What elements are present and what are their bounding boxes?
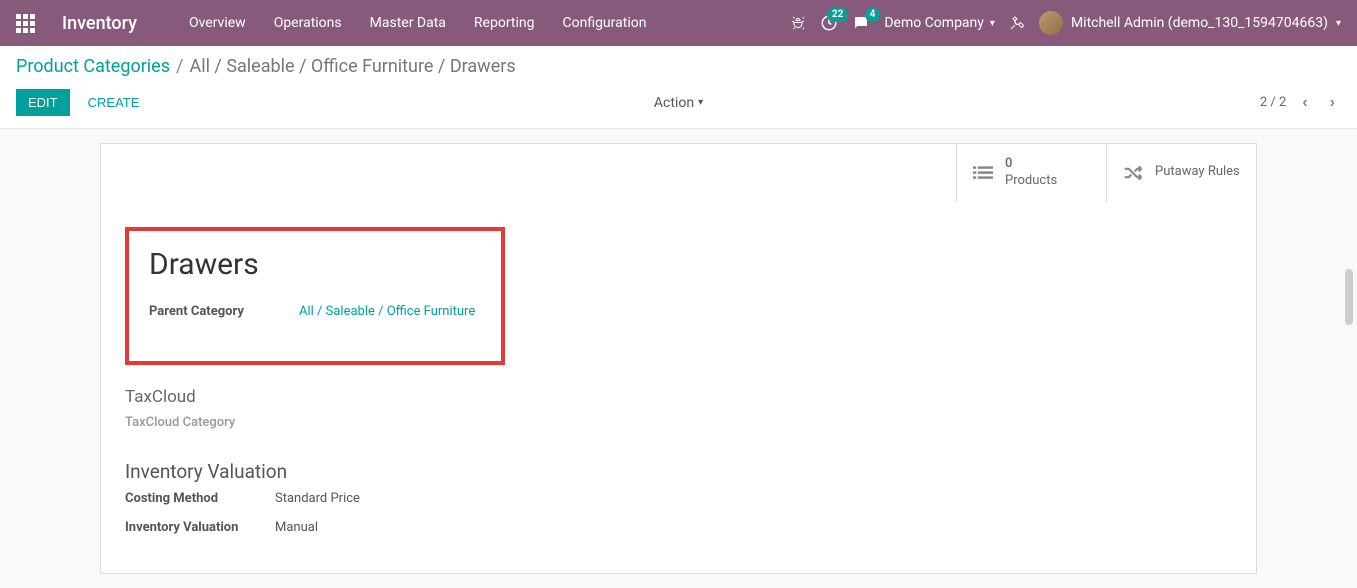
chevron-down-icon: ▾	[1336, 18, 1341, 29]
parent-category-link[interactable]: All / Saleable / Office Furniture	[299, 304, 475, 319]
pager-next[interactable]: ›	[1324, 92, 1341, 114]
nav-reporting[interactable]: Reporting	[462, 7, 547, 39]
chat-badge: 4	[865, 8, 881, 22]
breadcrumb-bar: Product Categories / All / Saleable / Of…	[0, 46, 1357, 81]
inventory-valuation-value: Manual	[275, 520, 318, 535]
record-title: Drawers	[149, 247, 481, 282]
pager-prev[interactable]: ‹	[1296, 92, 1313, 114]
putaway-stat-button[interactable]: Putaway Rules	[1106, 144, 1256, 202]
costing-method-label: Costing Method	[125, 491, 275, 506]
nav-master-data[interactable]: Master Data	[358, 7, 458, 39]
inventory-valuation-row: Inventory Valuation Manual	[125, 520, 1232, 535]
highlight-box: Drawers Parent Category All / Saleable /…	[125, 227, 505, 365]
products-stat-button[interactable]: 0 Products	[956, 144, 1106, 202]
taxcloud-section-title: TaxCloud	[125, 387, 1232, 407]
control-bar: EDIT CREATE Action ▾ 2 / 2 ‹ ›	[0, 81, 1357, 129]
user-name: Mitchell Admin (demo_130_1594704663)	[1071, 15, 1328, 31]
stat-buttons: 0 Products Putaway Rules	[101, 144, 1256, 203]
bug-icon[interactable]	[790, 15, 806, 31]
clock-badge: 22	[827, 8, 848, 22]
chevron-down-icon: ▾	[990, 18, 995, 29]
breadcrumb-current: All / Saleable / Office Furniture / Draw…	[189, 56, 515, 77]
company-selector[interactable]: Demo Company ▾	[884, 15, 995, 31]
breadcrumb: Product Categories / All / Saleable / Of…	[16, 56, 1341, 77]
pager-text: 2 / 2	[1260, 95, 1286, 110]
content-area: 0 Products Putaway Rules Drawers Parent …	[0, 129, 1357, 588]
apps-icon[interactable]	[16, 14, 34, 32]
list-icon	[973, 164, 993, 182]
action-dropdown[interactable]: Action ▾	[654, 95, 703, 111]
company-name: Demo Company	[884, 15, 984, 31]
nav-operations[interactable]: Operations	[262, 7, 354, 39]
chevron-down-icon: ▾	[698, 97, 703, 108]
action-label: Action	[654, 95, 694, 111]
user-menu[interactable]: Mitchell Admin (demo_130_1594704663) ▾	[1039, 11, 1341, 35]
scrollbar[interactable]	[1345, 269, 1353, 325]
products-count: 0	[1005, 156, 1057, 173]
parent-category-label: Parent Category	[149, 304, 299, 319]
clock-icon[interactable]: 22	[820, 14, 838, 32]
pager: 2 / 2 ‹ ›	[1260, 92, 1341, 114]
nav-configuration[interactable]: Configuration	[550, 7, 658, 39]
edit-button[interactable]: EDIT	[16, 89, 70, 116]
form-body: Drawers Parent Category All / Saleable /…	[101, 203, 1256, 573]
shuffle-icon	[1123, 164, 1143, 182]
costing-method-value: Standard Price	[275, 491, 360, 506]
inventory-valuation-label: Inventory Valuation	[125, 520, 275, 535]
costing-method-row: Costing Method Standard Price	[125, 491, 1232, 506]
chat-icon[interactable]: 4	[852, 14, 870, 32]
app-brand[interactable]: Inventory	[62, 13, 137, 34]
breadcrumb-sep: /	[176, 56, 183, 77]
form-sheet: 0 Products Putaway Rules Drawers Parent …	[100, 143, 1257, 574]
valuation-section-title: Inventory Valuation	[125, 460, 1232, 483]
breadcrumb-root[interactable]: Product Categories	[16, 56, 170, 77]
taxcloud-category-label: TaxCloud Category	[125, 415, 1232, 430]
tools-icon[interactable]	[1009, 15, 1025, 31]
products-label: Products	[1005, 173, 1057, 190]
putaway-label: Putaway Rules	[1155, 164, 1240, 181]
avatar	[1039, 11, 1063, 35]
parent-category-row: Parent Category All / Saleable / Office …	[149, 304, 481, 319]
topbar: Inventory Overview Operations Master Dat…	[0, 0, 1357, 46]
nav-overview[interactable]: Overview	[177, 7, 258, 39]
main-nav: Overview Operations Master Data Reportin…	[177, 7, 659, 39]
create-button[interactable]: CREATE	[78, 89, 150, 116]
